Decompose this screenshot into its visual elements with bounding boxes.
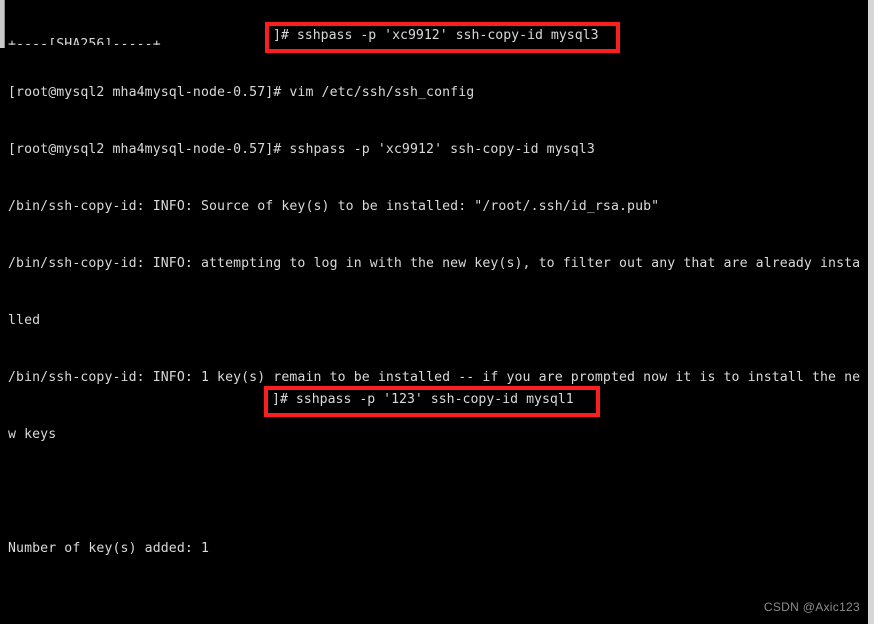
terminal-line: Number of key(s) added: 1 xyxy=(8,541,209,556)
terminal-screen: +----[SHA256]-----+ [root@mysql2 mha4mys… xyxy=(0,0,874,624)
terminal-line: [root@mysql2 mha4mysql-node-0.57]# sshpa… xyxy=(8,142,595,157)
highlight-box-2-text: ]# sshpass -p '123' ssh-copy-id mysql1 xyxy=(272,390,592,411)
window-right-edge xyxy=(868,0,874,624)
terminal-line: /bin/ssh-copy-id: INFO: attempting to lo… xyxy=(8,256,861,271)
terminal-line: w keys xyxy=(8,427,57,442)
terminal-line: /bin/ssh-copy-id: INFO: Source of key(s)… xyxy=(8,199,660,214)
highlight-box-1-text: ]# sshpass -p 'xc9912' ssh-copy-id mysql… xyxy=(273,26,613,47)
watermark: CSDN @Axic123 xyxy=(763,600,860,614)
terminal-output[interactable]: +----[SHA256]-----+ [root@mysql2 mha4mys… xyxy=(8,6,868,624)
terminal-line: [root@mysql2 mha4mysql-node-0.57]# vim /… xyxy=(8,85,475,100)
window-left-edge-divider xyxy=(4,0,5,48)
terminal-line: lled xyxy=(8,313,41,328)
terminal-line: /bin/ssh-copy-id: INFO: 1 key(s) remain … xyxy=(8,370,861,385)
